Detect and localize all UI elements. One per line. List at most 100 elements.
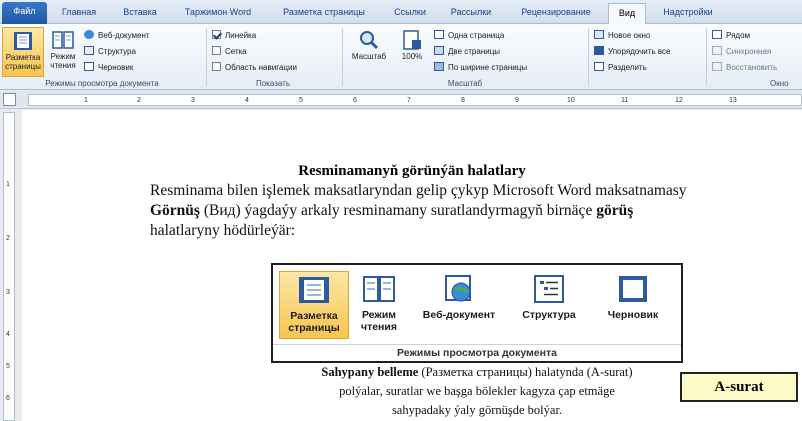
full-reading-button[interactable]: Режим чтения: [46, 27, 80, 77]
bold-term: Görnüş: [150, 202, 200, 219]
globe-icon: [84, 30, 94, 39]
group-separator: [342, 28, 343, 86]
side-by-side-label: Рядом: [726, 31, 751, 40]
caption-line: sahypadaky ýaly görnüşde bolýar.: [391, 403, 563, 417]
side-by-side-icon: [712, 30, 722, 39]
split-button[interactable]: Разделить: [594, 61, 647, 74]
ruler-tick: 7: [407, 97, 411, 104]
document-heading: Resminamanyň görünýän halatlary: [298, 163, 526, 179]
zoom-100-label: 100%: [401, 52, 423, 61]
figure-label: Разметка страницы: [288, 310, 340, 334]
arrange-all-button[interactable]: Упорядочить все: [594, 45, 670, 58]
tab-view[interactable]: Вид: [608, 3, 646, 24]
arrange-all-label: Упорядочить все: [608, 47, 671, 56]
ruler-checkbox[interactable]: Линейка: [212, 29, 256, 42]
gridlines-checkbox[interactable]: Сетка: [212, 45, 247, 58]
zoom-label: Масштаб: [351, 52, 387, 61]
ruler-tick: 10: [567, 97, 575, 104]
new-window-label: Новое окно: [608, 31, 651, 40]
arrange-all-icon: [594, 46, 604, 55]
side-by-side-button[interactable]: Рядом: [712, 29, 750, 42]
tab-review[interactable]: Рецензирование: [506, 3, 606, 24]
bold-term: görüş: [596, 202, 634, 219]
ribbon-tab-bar: Файл Главная Вставка Таржимон Word Разме…: [0, 0, 802, 24]
ruler-tick: 9: [515, 97, 519, 104]
ruler-tick: 1: [6, 181, 10, 188]
page-width-label: По ширине страницы: [448, 63, 528, 72]
navigation-pane-checkbox[interactable]: Область навигации: [212, 61, 297, 74]
outline-icon: [84, 46, 94, 55]
navigation-label: Область навигации: [225, 63, 297, 72]
group-separator: [588, 28, 589, 86]
figure-caption: Sahypany belleme (Разметка страницы) hal…: [212, 363, 742, 420]
ruler-tick: 4: [245, 97, 249, 104]
draft-icon: [619, 276, 647, 302]
new-window-button[interactable]: Новое окно: [594, 29, 650, 42]
ruler-tick: 11: [621, 97, 629, 104]
two-pages-icon: [434, 46, 444, 55]
tab-addins[interactable]: Надстройки: [650, 3, 726, 24]
ruler-tick: 6: [6, 395, 10, 402]
full-reading-label: Режим чтения: [50, 52, 76, 70]
tab-file[interactable]: Файл: [2, 2, 47, 24]
tab-translator-word[interactable]: Таржимон Word: [172, 3, 264, 24]
open-book-icon: [52, 31, 74, 49]
tab-home[interactable]: Главная: [50, 3, 108, 24]
draft-button[interactable]: Черновик: [84, 61, 133, 74]
ruler-tick: 2: [137, 97, 141, 104]
print-layout-button[interactable]: Разметка страницы: [2, 27, 44, 77]
one-page-button[interactable]: Одна страница: [434, 29, 504, 42]
tab-selector-button[interactable]: [3, 93, 16, 106]
caption-line: Sahypany belleme (Разметка страницы) hal…: [212, 363, 742, 382]
tab-insert[interactable]: Вставка: [110, 3, 170, 24]
zoom-100-button[interactable]: 100%: [394, 27, 430, 77]
sync-scroll-label: Синхронная: [726, 47, 772, 56]
paragraph-text: (Вид) ýagdaýy arkaly resminamany suratla…: [199, 202, 597, 219]
figure-label: Веб-документ: [422, 309, 496, 321]
open-book-icon: [363, 276, 395, 302]
document-page[interactable]: Resminamanyň görünýän halatlary Resminam…: [22, 110, 802, 421]
navigation-check-icon: [212, 62, 221, 71]
ruler-tick: 1: [84, 97, 88, 104]
figure-label: Режим чтения: [360, 309, 397, 333]
page-width-button[interactable]: По ширине страницы: [434, 61, 527, 74]
show-group-label: Показать: [255, 79, 290, 88]
gridlines-label: Сетка: [225, 47, 247, 56]
figure-draft: Черновик: [589, 271, 677, 339]
vertical-ruler[interactable]: 1 2 3 4 5 6: [3, 112, 15, 421]
horizontal-ruler[interactable]: 1 2 3 4 5 6 7 8 9 10 11 12 13: [28, 94, 802, 106]
page-100-icon: [403, 30, 421, 50]
ruler-tick: 6: [353, 97, 357, 104]
caption-text: (Разметка страницы) halatynda (A-surat): [418, 365, 633, 379]
one-page-label: Одна страница: [448, 31, 505, 40]
ruler-tick: 3: [191, 97, 195, 104]
magnifier-icon: [360, 31, 379, 50]
print-layout-label: Разметка страницы: [5, 53, 41, 71]
reset-position-label: Восстановить: [726, 63, 778, 72]
tab-references[interactable]: Ссылки: [384, 3, 436, 24]
outline-label: Структура: [98, 47, 136, 56]
group-separator: [706, 28, 707, 86]
sync-scroll-icon: [712, 46, 722, 55]
two-pages-button[interactable]: Две страницы: [434, 45, 500, 58]
ruler-tick: 5: [299, 97, 303, 104]
ruler-check-icon: [212, 30, 221, 39]
ruler-tick: 2: [6, 235, 10, 242]
ruler-tick: 3: [6, 289, 10, 296]
tab-page-layout[interactable]: Разметка страницы: [266, 3, 382, 24]
figure-badge: A-surat: [680, 372, 798, 402]
web-layout-button[interactable]: Веб-документ: [84, 29, 150, 42]
web-layout-label: Веб-документ: [98, 31, 150, 40]
ruler-tick: 8: [461, 97, 465, 104]
view-modes-figure: Разметка страницы Режим чтения Веб-докум…: [271, 263, 683, 363]
tab-mailings[interactable]: Рассылки: [438, 3, 504, 24]
zoom-group-label: Масштаб: [447, 79, 483, 88]
one-page-icon: [434, 30, 444, 39]
zoom-button[interactable]: Масштаб: [346, 27, 392, 77]
draft-label: Черновик: [98, 63, 134, 72]
outline-button[interactable]: Структура: [84, 45, 136, 58]
sync-scroll-button[interactable]: Синхронная: [712, 45, 771, 58]
reset-position-button[interactable]: Восстановить: [712, 61, 777, 74]
ruler-tick: 12: [675, 97, 683, 104]
two-pages-label: Две страницы: [448, 47, 501, 56]
